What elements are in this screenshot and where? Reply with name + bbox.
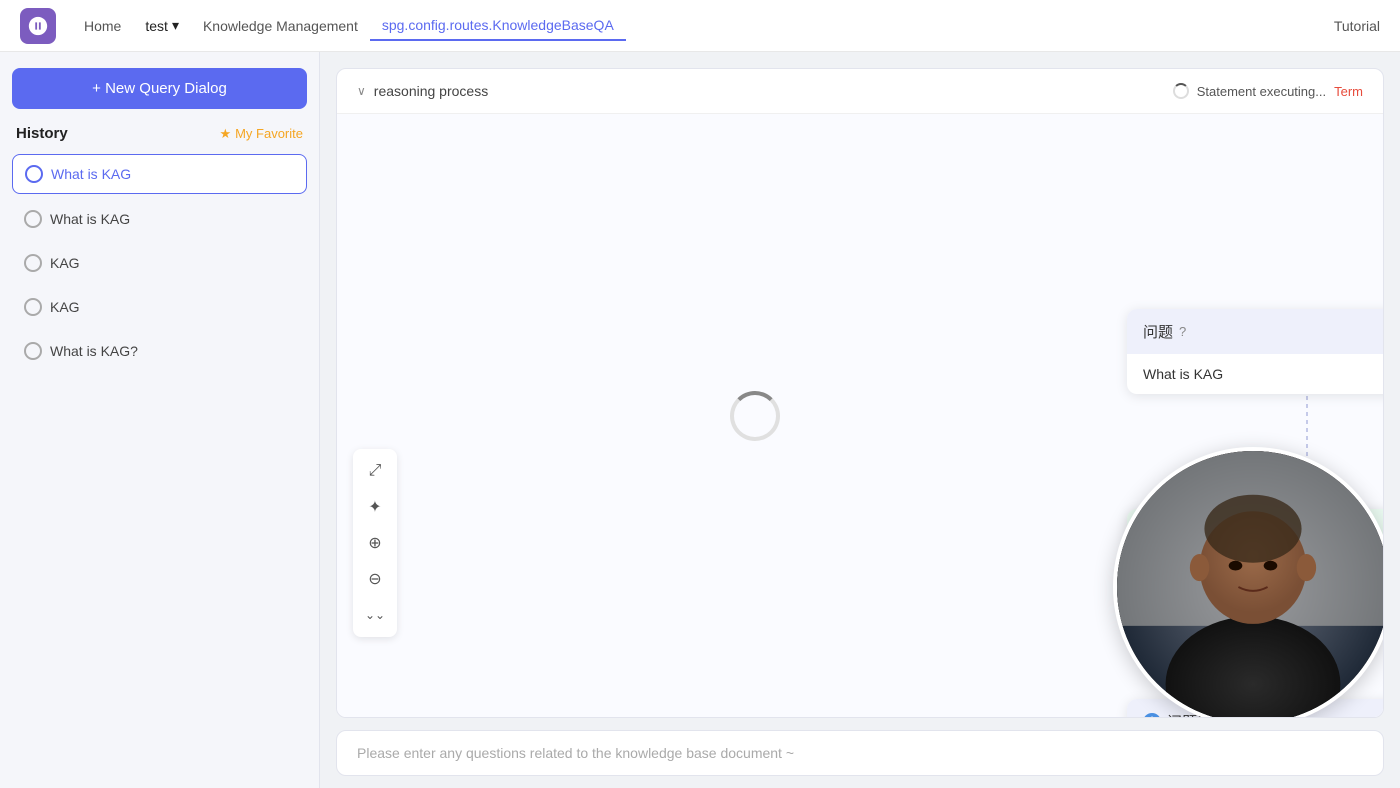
reasoning-label: reasoning process [374,83,488,99]
zoom-in-button[interactable]: ⊕ [359,527,391,559]
history-item-label-4: KAG [50,299,80,315]
history-header: History ★ My Favorite [12,125,307,142]
my-favorite-button[interactable]: ★ My Favorite [219,126,303,142]
question-node-body: What is KAG [1127,354,1383,394]
history-item-4[interactable]: KAG [12,288,307,326]
history-item-icon-4 [24,298,42,316]
reasoning-toggle[interactable]: ∨ reasoning process [357,83,488,99]
question-node[interactable]: 问题 ? › What is KAG [1127,309,1383,394]
sidebar: + New Query Dialog History ★ My Favorite… [0,52,320,788]
expand-button[interactable]: ⤢ [359,455,391,487]
terminate-button[interactable]: Term [1334,84,1363,99]
history-item-icon-2 [24,210,42,228]
my-favorite-label: My Favorite [235,126,303,141]
history-item-label-1: What is KAG [51,166,131,182]
history-item-5[interactable]: What is KAG? [12,332,307,370]
tutorial-link[interactable]: Tutorial [1334,18,1380,34]
collapse-button[interactable]: ⌄⌄ [359,599,391,631]
star-icon: ★ [219,126,231,142]
camera-overlay [1113,447,1383,717]
history-item-3[interactable]: KAG [12,244,307,282]
loading-spinner [1173,83,1189,99]
center-loading-spinner [730,391,780,441]
question-label: 问题 ? [1143,321,1186,342]
history-item-icon-1 [25,165,43,183]
question-input[interactable]: Please enter any questions related to th… [336,730,1384,776]
graph-area[interactable]: 问题 ? › What is KAG ✓ 子问题1 › [337,114,1383,717]
graph-toolbar: ⤢ ✦ ⊕ ⊖ ⌄⌄ [353,449,397,637]
history-item-icon-5 [24,342,42,360]
history-item-label-3: KAG [50,255,80,271]
history-item-2[interactable]: What is KAG [12,200,307,238]
nav-home[interactable]: Home [72,12,133,40]
reasoning-header: ∨ reasoning process Statement executing.… [337,69,1383,114]
status-text: Statement executing... [1197,84,1326,99]
zoom-out-button[interactable]: ⊖ [359,563,391,595]
history-item-icon-3 [24,254,42,272]
main-layout: + New Query Dialog History ★ My Favorite… [0,52,1400,788]
reasoning-panel: ∨ reasoning process Statement executing.… [336,68,1384,718]
history-item-1[interactable]: What is KAG [12,154,307,194]
reasoning-status: Statement executing... Term [1173,83,1363,99]
help-icon: ? [1179,324,1186,339]
history-item-label-5: What is KAG? [50,343,138,359]
nav-test[interactable]: test ▾ [133,11,191,40]
top-navigation: Home test ▾ Knowledge Management spg.con… [0,0,1400,52]
history-title: History [16,125,68,142]
dropdown-icon: ▾ [172,17,179,34]
app-logo [20,8,56,44]
question-node-header: 问题 ? › [1127,309,1383,354]
input-placeholder: Please enter any questions related to th… [357,745,794,761]
content-area: ∨ reasoning process Statement executing.… [320,52,1400,788]
chevron-down-icon: ∨ [357,84,366,98]
history-list: What is KAG What is KAG KAG KAG What is … [12,154,307,370]
history-item-label-2: What is KAG [50,211,130,227]
nav-knowledge-management[interactable]: Knowledge Management [191,12,370,40]
camera-person-view [1117,451,1383,717]
nav-route[interactable]: spg.config.routes.KnowledgeBaseQA [370,11,626,41]
question-text: 问题 [1143,321,1173,342]
center-button[interactable]: ✦ [359,491,391,523]
new-query-button[interactable]: + New Query Dialog [12,68,307,109]
